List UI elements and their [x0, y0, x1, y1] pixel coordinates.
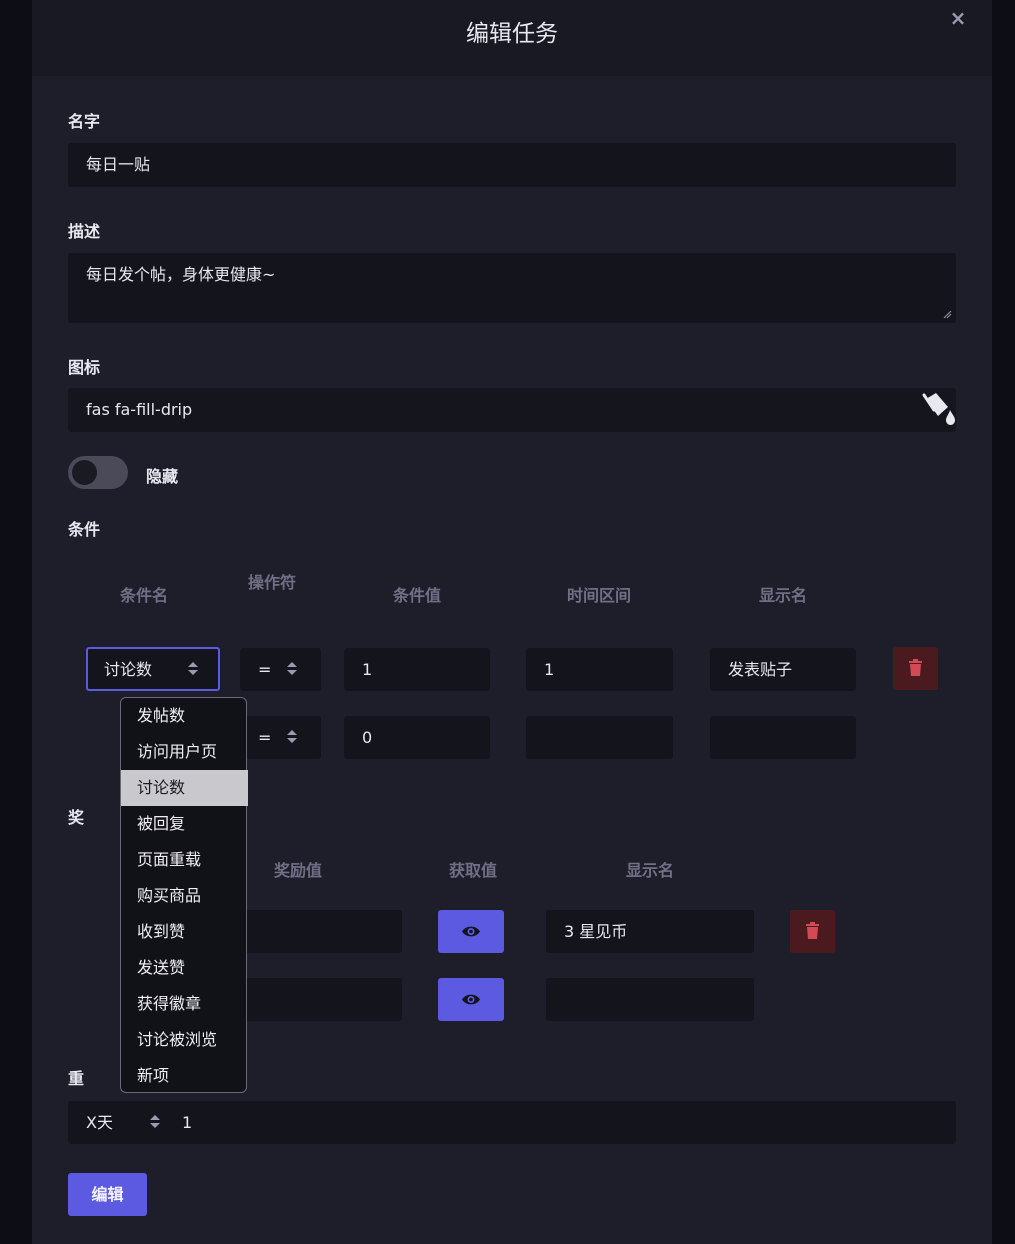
dropdown-option[interactable]: 访问用户页 — [121, 734, 248, 770]
repeat-label: 重 — [68, 1069, 85, 1088]
condition-value: 1 — [362, 660, 373, 679]
delete-condition-button[interactable] — [893, 647, 938, 690]
name-label: 名字 — [68, 112, 101, 131]
reward-display-name-input[interactable]: 3 星见币 — [546, 910, 754, 953]
rewards-label: 奖 — [68, 808, 85, 827]
hidden-toggle[interactable] — [68, 456, 128, 489]
repeat-unit-value: X天 — [86, 1113, 113, 1132]
col-header-display-name: 显示名 — [758, 586, 807, 605]
get-value-button[interactable] — [438, 978, 504, 1021]
eye-icon — [462, 994, 480, 1005]
condition-name-select[interactable]: 讨论数 — [86, 647, 220, 691]
eye-icon — [462, 926, 480, 937]
submit-edit-button[interactable]: 编辑 — [68, 1173, 147, 1216]
fill-drip-icon — [922, 393, 955, 425]
time-interval-input[interactable]: 1 — [526, 648, 673, 691]
icon-input-value: fas fa-fill-drip — [86, 400, 193, 419]
description-textarea[interactable]: 每日发个帖，身体更健康~ — [68, 253, 956, 323]
dropdown-option[interactable]: 购买商品 — [121, 878, 248, 914]
select-arrows-icon — [287, 730, 297, 744]
select-arrows-icon — [287, 662, 297, 676]
repeat-field[interactable]: X天 1 — [68, 1101, 956, 1144]
operator-select[interactable]: = — [240, 716, 321, 759]
description-value: 每日发个帖，身体更健康~ — [86, 265, 276, 284]
close-icon[interactable]: × — [948, 8, 968, 28]
icon-input[interactable]: fas fa-fill-drip — [68, 388, 956, 432]
condition-display-name-value: 发表贴子 — [728, 660, 793, 679]
col-header-operator: 操作符 — [248, 573, 297, 592]
dropdown-option[interactable]: 获得徽章 — [121, 986, 248, 1022]
col-header-reward-display-name: 显示名 — [625, 861, 674, 880]
operator-value: = — [258, 728, 272, 747]
dropdown-option[interactable]: 被回复 — [121, 806, 248, 842]
condition-value-input[interactable]: 0 — [344, 716, 490, 759]
repeat-value: 1 — [182, 1113, 193, 1132]
conditions-label: 条件 — [68, 520, 101, 539]
select-arrows-icon — [188, 662, 198, 676]
col-header-reward-value: 奖励值 — [273, 861, 322, 880]
get-value-button[interactable] — [438, 910, 504, 953]
operator-value: = — [258, 660, 272, 679]
col-header-condition-value: 条件值 — [392, 586, 441, 605]
trash-icon — [806, 922, 819, 939]
dropdown-option[interactable]: 收到赞 — [121, 914, 248, 950]
time-interval-value: 1 — [544, 660, 555, 679]
operator-select[interactable]: = — [240, 648, 321, 691]
condition-display-name-input[interactable] — [710, 716, 856, 759]
name-input[interactable]: 每日一贴 — [68, 143, 956, 187]
hidden-label: 隐藏 — [146, 467, 179, 486]
condition-name-dropdown: 发帖数 访问用户页 讨论数 被回复 页面重载 购买商品 收到赞 发送赞 获得徽章… — [120, 697, 248, 1094]
col-header-get-value: 获取值 — [448, 861, 497, 880]
col-header-time-interval: 时间区间 — [566, 586, 631, 605]
select-arrows-icon — [150, 1115, 160, 1129]
dropdown-option-selected[interactable]: 讨论数 — [121, 770, 248, 806]
dropdown-option[interactable]: 发送赞 — [121, 950, 248, 986]
time-interval-input[interactable] — [526, 716, 673, 759]
edit-task-modal: 编辑任务 × 名字 每日一贴 描述 每日发个帖，身体更健康~ 图标 fas fa… — [32, 0, 992, 1244]
dropdown-option[interactable]: 新项 — [121, 1058, 248, 1094]
dropdown-option[interactable]: 讨论被浏览 — [121, 1022, 248, 1058]
dropdown-option[interactable]: 发帖数 — [121, 698, 248, 734]
reward-display-name-input[interactable] — [546, 978, 754, 1021]
delete-reward-button[interactable] — [790, 910, 835, 953]
condition-value: 0 — [362, 728, 373, 747]
dropdown-option[interactable]: 页面重载 — [121, 842, 248, 878]
condition-name-value: 讨论数 — [104, 660, 153, 679]
icon-label: 图标 — [68, 358, 101, 377]
modal-title: 编辑任务 — [466, 21, 558, 47]
reward-display-name-value: 3 星见币 — [564, 922, 628, 941]
resize-handle-icon[interactable] — [943, 310, 952, 319]
col-header-condition-name: 条件名 — [119, 586, 168, 605]
modal-header: 编辑任务 × — [32, 0, 992, 76]
description-label: 描述 — [68, 222, 101, 241]
condition-display-name-input[interactable]: 发表贴子 — [710, 648, 856, 691]
condition-value-input[interactable]: 1 — [344, 648, 490, 691]
toggle-knob — [72, 460, 97, 485]
name-input-value: 每日一贴 — [86, 155, 151, 174]
trash-icon — [909, 659, 922, 676]
